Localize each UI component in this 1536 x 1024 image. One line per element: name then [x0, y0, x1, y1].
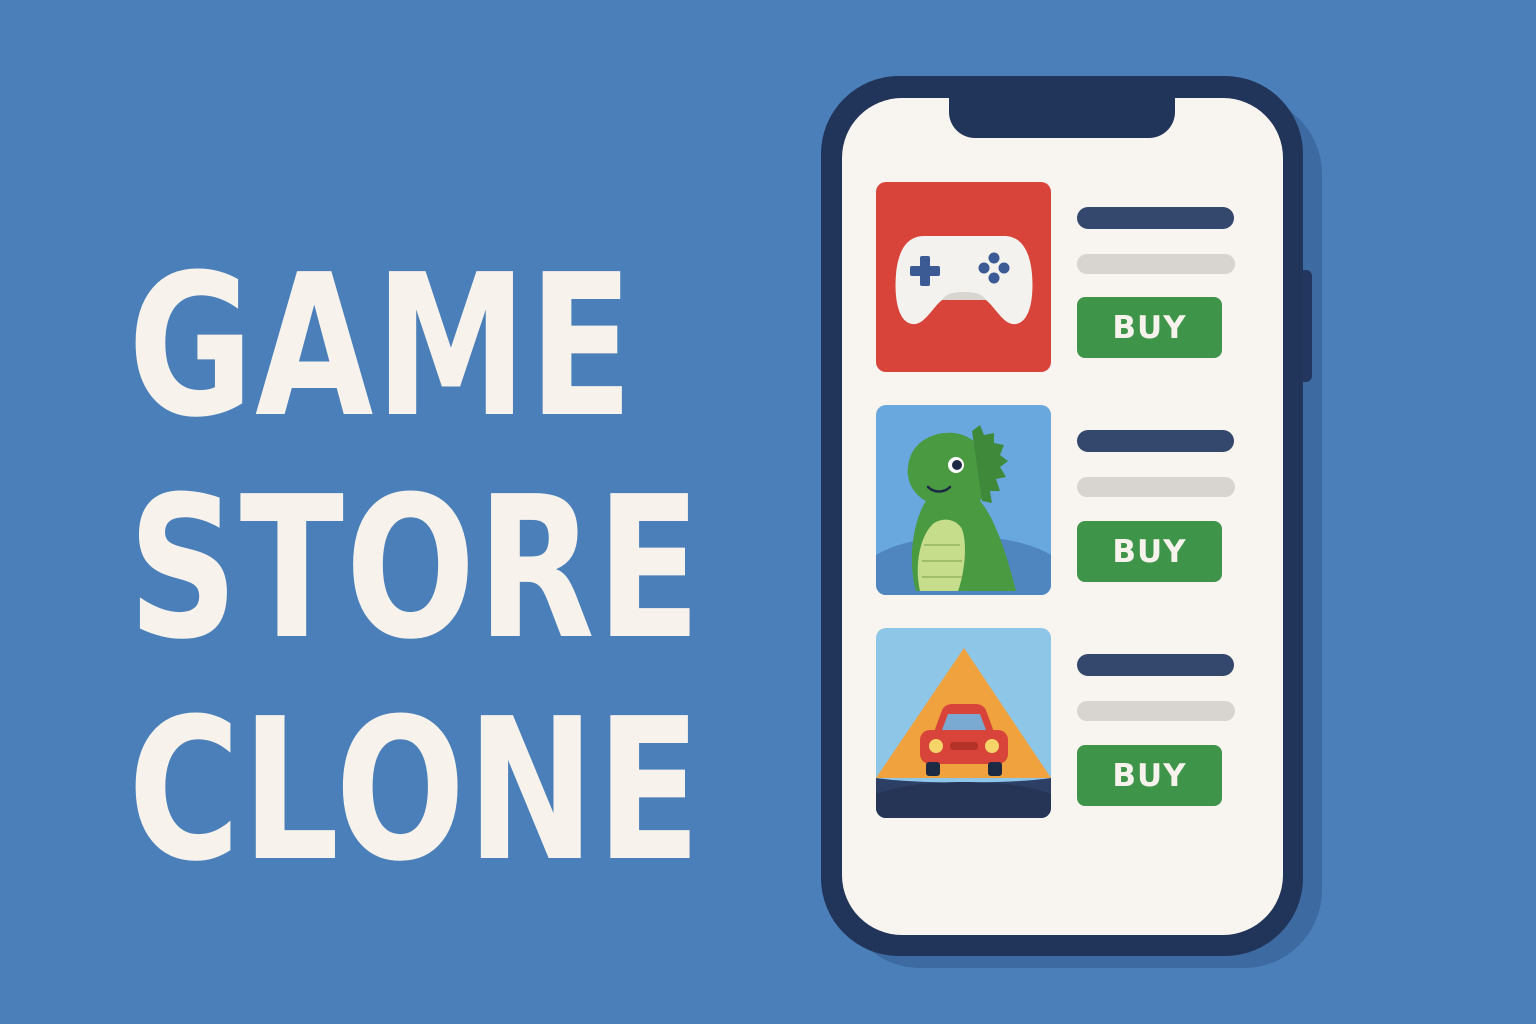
- buy-button-1[interactable]: BUY: [1077, 297, 1222, 358]
- game-subtitle-placeholder-2: [1077, 477, 1235, 497]
- game-subtitle-placeholder-1: [1077, 254, 1235, 274]
- page-title: GAME STORE CLONE: [128, 233, 703, 905]
- buy-button-2[interactable]: BUY: [1077, 521, 1222, 582]
- phone-notch: [949, 96, 1175, 138]
- game-title-placeholder-1: [1077, 207, 1234, 229]
- game-thumbnail-1[interactable]: [876, 182, 1051, 372]
- game-subtitle-placeholder-3: [1077, 701, 1235, 721]
- game-title-placeholder-2: [1077, 430, 1234, 452]
- game-title-placeholder-3: [1077, 654, 1234, 676]
- poster: GAME STORE CLONE BUY BUY BUY: [0, 0, 1536, 1024]
- game-thumbnail-3[interactable]: [876, 628, 1051, 818]
- title-line-clone: CLONE: [128, 677, 703, 905]
- buy-button-3[interactable]: BUY: [1077, 745, 1222, 806]
- title-line-store: STORE: [128, 455, 703, 683]
- dinosaur-icon: [876, 425, 1051, 595]
- title-line-game: GAME: [128, 233, 635, 461]
- game-thumbnail-2[interactable]: [876, 405, 1051, 595]
- gamepad-icon: [895, 236, 1033, 325]
- car-icon: [876, 648, 1051, 818]
